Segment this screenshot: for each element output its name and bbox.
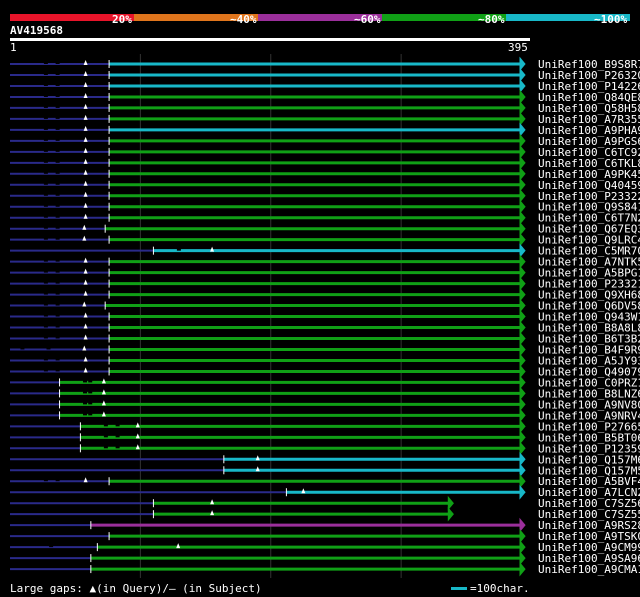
query-gap-triangle (83, 136, 88, 142)
hit-end-arrow (519, 221, 526, 237)
query-gap-triangle (83, 290, 88, 296)
query-gap-triangle (83, 334, 88, 340)
hit-end-arrow (519, 309, 526, 324)
query-gap-triangle (82, 345, 87, 351)
query-gap-triangle (82, 224, 87, 230)
hit-end-arrow (519, 67, 526, 83)
hit-end-arrow (519, 484, 526, 500)
hit-end-arrow (519, 56, 526, 72)
query-gap-triangle (83, 81, 88, 87)
query-gap-triangle (82, 235, 87, 241)
query-gap-triangle (83, 103, 88, 109)
hit-end-arrow (519, 144, 526, 160)
query-gap-triangle (83, 169, 88, 175)
query-gap-triangle (83, 323, 88, 329)
hit-end-arrow (519, 440, 526, 456)
hit-end-arrow (519, 155, 526, 171)
scale-bar (451, 587, 467, 590)
query-gap-triangle (83, 180, 88, 186)
query-gap-triangle (83, 312, 88, 318)
hit-end-arrow (519, 462, 526, 478)
hit-end-arrow (519, 188, 526, 204)
query-gap-triangle (83, 356, 88, 362)
query-gap-triangle (83, 191, 88, 197)
query-gap-triangle (83, 268, 88, 274)
hit-end-arrow (519, 199, 526, 215)
hit-end-arrow (519, 298, 526, 313)
hit-end-arrow (519, 375, 526, 390)
hit-end-arrow (519, 276, 526, 291)
hit-end-arrow (519, 364, 526, 379)
hit-end-arrow (519, 517, 526, 533)
large-gaps-legend: Large gaps: ▲(in Query)/– (in Subject) (10, 582, 262, 595)
hit-end-arrow (519, 386, 526, 401)
hit-end-arrow (519, 232, 526, 248)
hit-end-arrow (519, 451, 526, 467)
hit-end-arrow (519, 539, 526, 555)
query-gap-triangle (83, 147, 88, 153)
hit-end-arrow (519, 287, 526, 302)
query-gap-triangle (83, 125, 88, 131)
query-gap-triangle (83, 257, 88, 263)
hit-end-arrow (519, 177, 526, 193)
query-gap-triangle (83, 202, 88, 208)
query-gap-triangle (83, 477, 88, 483)
hit-end-arrow (519, 561, 526, 577)
alignment-plot: UniRef100_B9S8R7UniRef100_P26320UniRef10… (10, 54, 640, 578)
hit-end-arrow (519, 528, 526, 544)
hit-end-arrow (519, 550, 526, 566)
hit-end-arrow (519, 122, 526, 138)
hit-end-arrow (519, 111, 526, 127)
query-gap-triangle (83, 60, 88, 65)
query-gap-triangle (83, 213, 88, 219)
hit-end-arrow (519, 342, 526, 357)
query-gap-triangle (82, 301, 87, 307)
hit-end-arrow (519, 78, 526, 94)
hit-end-arrow (519, 353, 526, 368)
hit-end-arrow (519, 331, 526, 346)
hit-end-arrow (447, 506, 454, 522)
query-gap-triangle (83, 114, 88, 120)
hit-end-arrow (447, 495, 454, 511)
query-gap-triangle (83, 279, 88, 285)
hit-end-arrow (519, 265, 526, 281)
hit-end-arrow (519, 100, 526, 116)
hit-end-arrow (519, 396, 526, 412)
hit-end-arrow (519, 166, 526, 182)
hit-end-arrow (519, 473, 526, 489)
query-gap-triangle (83, 158, 88, 164)
hit-end-arrow (519, 320, 526, 335)
hit-label: UniRef100_A9CMA1 (538, 563, 640, 576)
query-gap-triangle (83, 70, 88, 76)
hit-end-arrow (519, 243, 526, 259)
query-gap-triangle (83, 367, 88, 373)
scale-label: =100char. (470, 582, 530, 595)
hit-end-arrow (519, 89, 526, 105)
hit-end-arrow (519, 133, 526, 149)
hit-end-arrow (519, 254, 526, 270)
hit-end-arrow (519, 418, 526, 434)
hit-end-arrow (519, 429, 526, 445)
hit-end-arrow (519, 407, 526, 423)
query-gap-triangle (83, 92, 88, 98)
hit-end-arrow (519, 210, 526, 226)
